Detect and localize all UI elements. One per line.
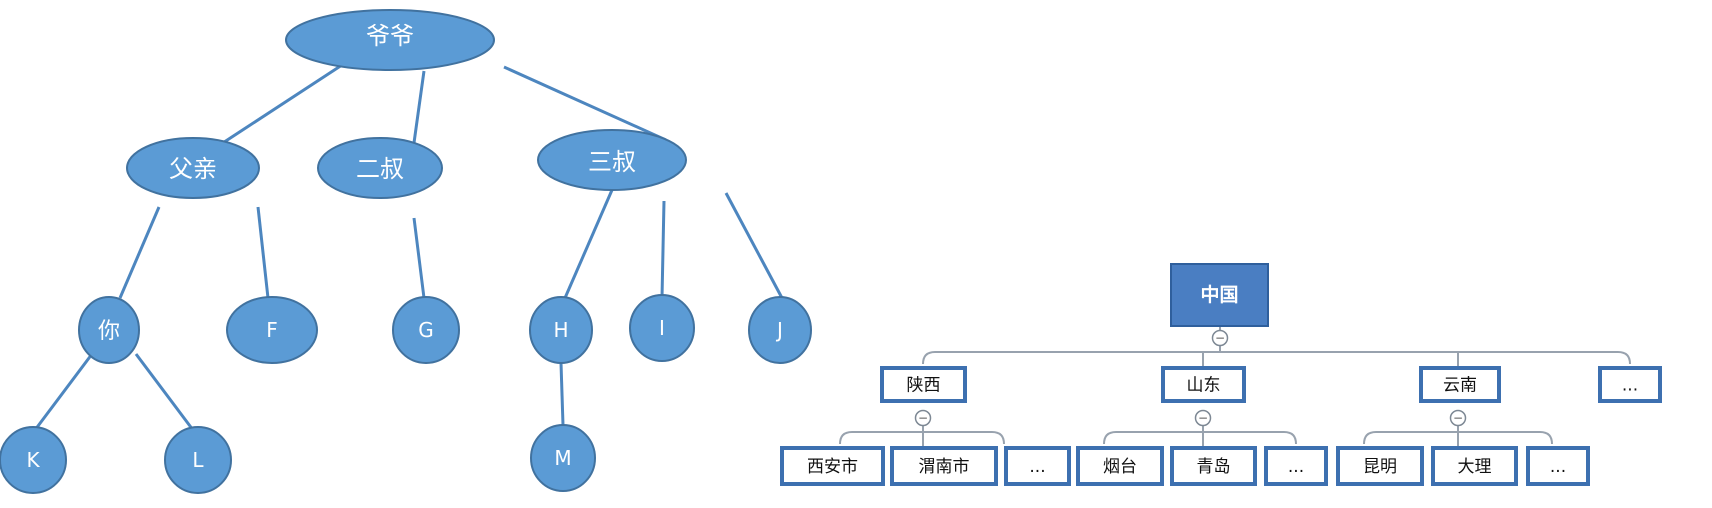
collapse-toggle-shaanxi[interactable]: −: [914, 409, 932, 427]
region-node-kunming: 昆明: [1336, 446, 1424, 486]
tree-node-i: I: [629, 294, 695, 362]
tree-node-g: G: [392, 296, 460, 364]
tree-node-m: M: [530, 424, 596, 492]
region-node-weinan-label: 渭南市: [919, 457, 970, 477]
tree-node-father-label: 父亲: [169, 155, 217, 183]
collapse-symbol: −: [1453, 411, 1463, 425]
region-node-more3-label: ...: [1288, 457, 1304, 477]
region-node-qingdao-label: 青岛: [1197, 457, 1231, 477]
region-node-yantai: 烟台: [1076, 446, 1164, 486]
collapse-symbol: −: [1215, 331, 1225, 345]
collapse-symbol: −: [918, 411, 928, 425]
region-node-more3: ...: [1264, 446, 1328, 486]
edge-grandpa-uncle2: [411, 70, 426, 151]
region-node-dali-label: 大理: [1458, 457, 1492, 477]
region-connector: [922, 351, 1631, 365]
region-node-shandong-label: 山东: [1187, 376, 1221, 396]
edge-you-l: [134, 353, 195, 431]
tree-node-l: L: [164, 426, 232, 494]
edge-grandpa-father: [211, 63, 343, 152]
region-node-more4: ...: [1526, 446, 1590, 486]
region-node-shaanxi: 陕西: [880, 366, 967, 403]
tree-node-f-label: F: [266, 318, 278, 342]
family-tree-edges: [33, 63, 784, 431]
region-node-china: 中国: [1170, 263, 1269, 327]
tree-node-h: H: [529, 296, 593, 364]
region-node-weinan: 渭南市: [890, 446, 998, 486]
edge-father-you: [118, 206, 161, 299]
edge-uncle3-i: [660, 200, 666, 299]
edge-uncle2-g: [412, 217, 426, 299]
tree-node-k: K: [0, 426, 67, 494]
tree-node-j: J: [748, 296, 812, 364]
tree-node-h-label: H: [553, 318, 568, 342]
region-connector: [1103, 431, 1297, 445]
region-node-kunming-label: 昆明: [1363, 457, 1397, 477]
tree-node-you: 你: [78, 296, 140, 364]
diagram-canvas: 爷爷父亲 二叔 三叔你 F G H I J K L M − − − − 中国陕西 山东 云南... 西安市 渭南市…: [0, 0, 1712, 508]
edge-you-k: [33, 353, 94, 431]
edge-father-f: [256, 206, 270, 299]
family-tree-nodes: 爷爷父亲 二叔 三叔你 F G H I J K L M: [0, 9, 812, 494]
edge-uncle3-j: [724, 192, 784, 299]
tree-node-i-label: I: [659, 316, 665, 340]
tree-node-uncle3-label: 三叔: [588, 148, 636, 176]
region-node-shandong: 山东: [1161, 366, 1246, 403]
tree-node-uncle2-label: 二叔: [356, 155, 404, 183]
region-tree-boxes: 中国陕西 山东 云南 ... 西安市 渭南市... 烟台 青岛... 昆明 大理...: [780, 263, 1662, 486]
tree-node-grandpa: 爷爷: [285, 9, 495, 71]
collapse-symbol: −: [1198, 411, 1208, 425]
tree-node-f: F: [226, 296, 318, 364]
collapse-toggle-shandong[interactable]: −: [1194, 409, 1212, 427]
region-node-yunnan-label: 云南: [1443, 376, 1477, 396]
region-node-more1-label: ...: [1622, 376, 1638, 396]
collapse-toggle-yunnan[interactable]: −: [1449, 409, 1467, 427]
collapse-toggle-root[interactable]: −: [1211, 329, 1229, 347]
tree-node-you-label: 你: [98, 319, 120, 344]
region-node-more2-label: ...: [1029, 457, 1045, 477]
diagram-svg: 爷爷父亲 二叔 三叔你 F G H I J K L M − − − − 中国陕西 山东 云南 ... 西安市 渭南市…: [0, 9, 1662, 494]
tree-node-uncle3: 三叔: [537, 129, 687, 191]
region-node-shaanxi-label: 陕西: [907, 376, 941, 396]
tree-node-m-label: M: [554, 446, 571, 470]
region-node-china-label: 中国: [1200, 283, 1238, 306]
tree-node-uncle2: 二叔: [317, 137, 443, 199]
tree-node-grandpa-label: 爷爷: [366, 22, 414, 50]
region-node-yantai-label: 烟台: [1103, 457, 1137, 477]
edge-grandpa-uncle3: [503, 65, 667, 142]
region-node-qingdao: 青岛: [1170, 446, 1257, 486]
edge-h-m: [559, 362, 565, 426]
region-node-dali: 大理: [1431, 446, 1518, 486]
tree-node-father: 父亲: [126, 137, 260, 199]
region-node-xian: 西安市: [780, 446, 885, 486]
region-node-yunnan: 云南: [1419, 366, 1501, 403]
tree-node-l-label: L: [192, 448, 204, 472]
tree-node-g-label: G: [418, 318, 434, 342]
edge-uncle3-h: [563, 189, 614, 299]
tree-node-j-label: J: [775, 318, 783, 342]
region-node-more1: ...: [1598, 366, 1662, 403]
tree-node-k-label: K: [26, 448, 40, 472]
region-node-more2: ...: [1004, 446, 1071, 486]
region-node-xian-label: 西安市: [807, 457, 858, 477]
region-node-more4-label: ...: [1550, 457, 1566, 477]
